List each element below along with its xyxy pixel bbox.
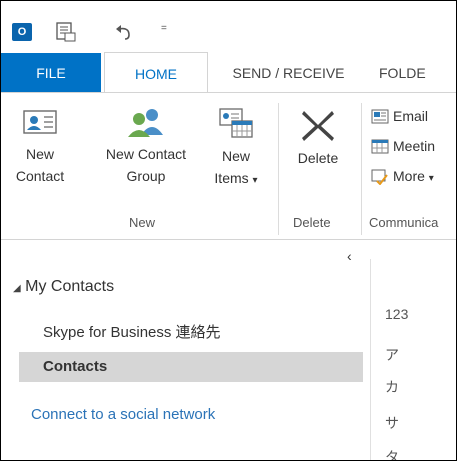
my-contacts-label: My Contacts bbox=[25, 278, 115, 295]
new-items-icon bbox=[219, 108, 253, 138]
outlook-window: O = FILE HOME SEND / RECEIVE FOLDE New C… bbox=[0, 0, 457, 461]
index-item[interactable]: サ bbox=[385, 413, 425, 433]
expand-arrow-icon: ◢ bbox=[13, 283, 21, 294]
customize-qat-icon[interactable]: = bbox=[161, 23, 167, 34]
index-item[interactable]: タ bbox=[385, 447, 425, 460]
group-separator bbox=[278, 103, 279, 235]
folder-item-contacts[interactable]: Contacts bbox=[19, 352, 363, 382]
contact-card-icon bbox=[23, 110, 57, 134]
new-items-button[interactable]: New Items ▾ bbox=[205, 107, 267, 192]
chevron-down-icon: ▾ bbox=[428, 173, 434, 184]
new-contact-label-2: Contact bbox=[15, 168, 65, 184]
more-button[interactable]: More ▾ bbox=[371, 163, 434, 189]
new-items-text: Items bbox=[214, 170, 249, 186]
index-item[interactable]: カ bbox=[385, 377, 425, 397]
contact-group-icon bbox=[128, 109, 163, 137]
meeting-icon bbox=[371, 139, 389, 154]
ribbon-home: New Contact New Contact Group New Items … bbox=[1, 93, 456, 240]
my-contacts-header[interactable]: ◢ My Contacts bbox=[13, 278, 114, 296]
meeting-button[interactable]: Meetin bbox=[371, 133, 435, 159]
meeting-label: Meetin bbox=[393, 138, 436, 154]
new-items-label-1: New bbox=[221, 148, 250, 164]
email-reply-icon bbox=[371, 109, 389, 124]
email-button[interactable]: Email bbox=[371, 103, 428, 129]
index-item[interactable]: 123 bbox=[385, 306, 425, 322]
tab-send-receive[interactable]: SEND / RECEIVE bbox=[206, 53, 371, 93]
new-items-label-2: Items ▾ bbox=[205, 167, 267, 192]
undo-icon[interactable] bbox=[113, 21, 135, 43]
group-label-communicate: Communica bbox=[369, 215, 439, 230]
connect-social-network-link[interactable]: Connect to a social network bbox=[31, 406, 215, 423]
new-contact-group-button[interactable]: New Contact Group bbox=[87, 107, 205, 187]
tab-folder[interactable]: FOLDE bbox=[379, 53, 456, 93]
delete-label: Delete bbox=[297, 150, 339, 166]
folder-item-skype[interactable]: Skype for Business 連絡先 bbox=[19, 318, 363, 348]
new-contact-button[interactable]: New Contact bbox=[9, 107, 71, 187]
delete-button[interactable]: Delete bbox=[283, 107, 353, 169]
ribbon-tabs: FILE HOME SEND / RECEIVE FOLDE bbox=[1, 52, 456, 94]
delete-x-icon bbox=[302, 111, 334, 141]
collapse-pane-icon[interactable]: ‹ bbox=[347, 248, 352, 264]
pane-divider bbox=[370, 259, 371, 460]
index-item[interactable]: ア bbox=[385, 345, 425, 365]
more-label: More bbox=[393, 168, 425, 184]
email-label: Email bbox=[393, 108, 429, 124]
new-contact-label-1: New bbox=[25, 146, 54, 162]
navigation-pane: ‹ ◢ My Contacts Skype for Business 連絡先 C… bbox=[1, 240, 363, 460]
chevron-down-icon: ▾ bbox=[252, 175, 258, 186]
tab-home[interactable]: HOME bbox=[104, 52, 208, 94]
send-receive-all-icon[interactable] bbox=[55, 21, 77, 43]
new-contact-group-label-1: New Contact bbox=[105, 146, 187, 162]
tab-file[interactable]: FILE bbox=[1, 53, 101, 93]
more-respond-icon bbox=[371, 169, 388, 186]
quick-access-toolbar: O = bbox=[1, 1, 456, 53]
outlook-logo-icon: O bbox=[12, 23, 32, 41]
group-label-new: New bbox=[129, 215, 156, 230]
group-separator bbox=[361, 103, 362, 235]
group-label-delete: Delete bbox=[293, 215, 331, 230]
new-contact-group-label-2: Group bbox=[126, 168, 166, 184]
